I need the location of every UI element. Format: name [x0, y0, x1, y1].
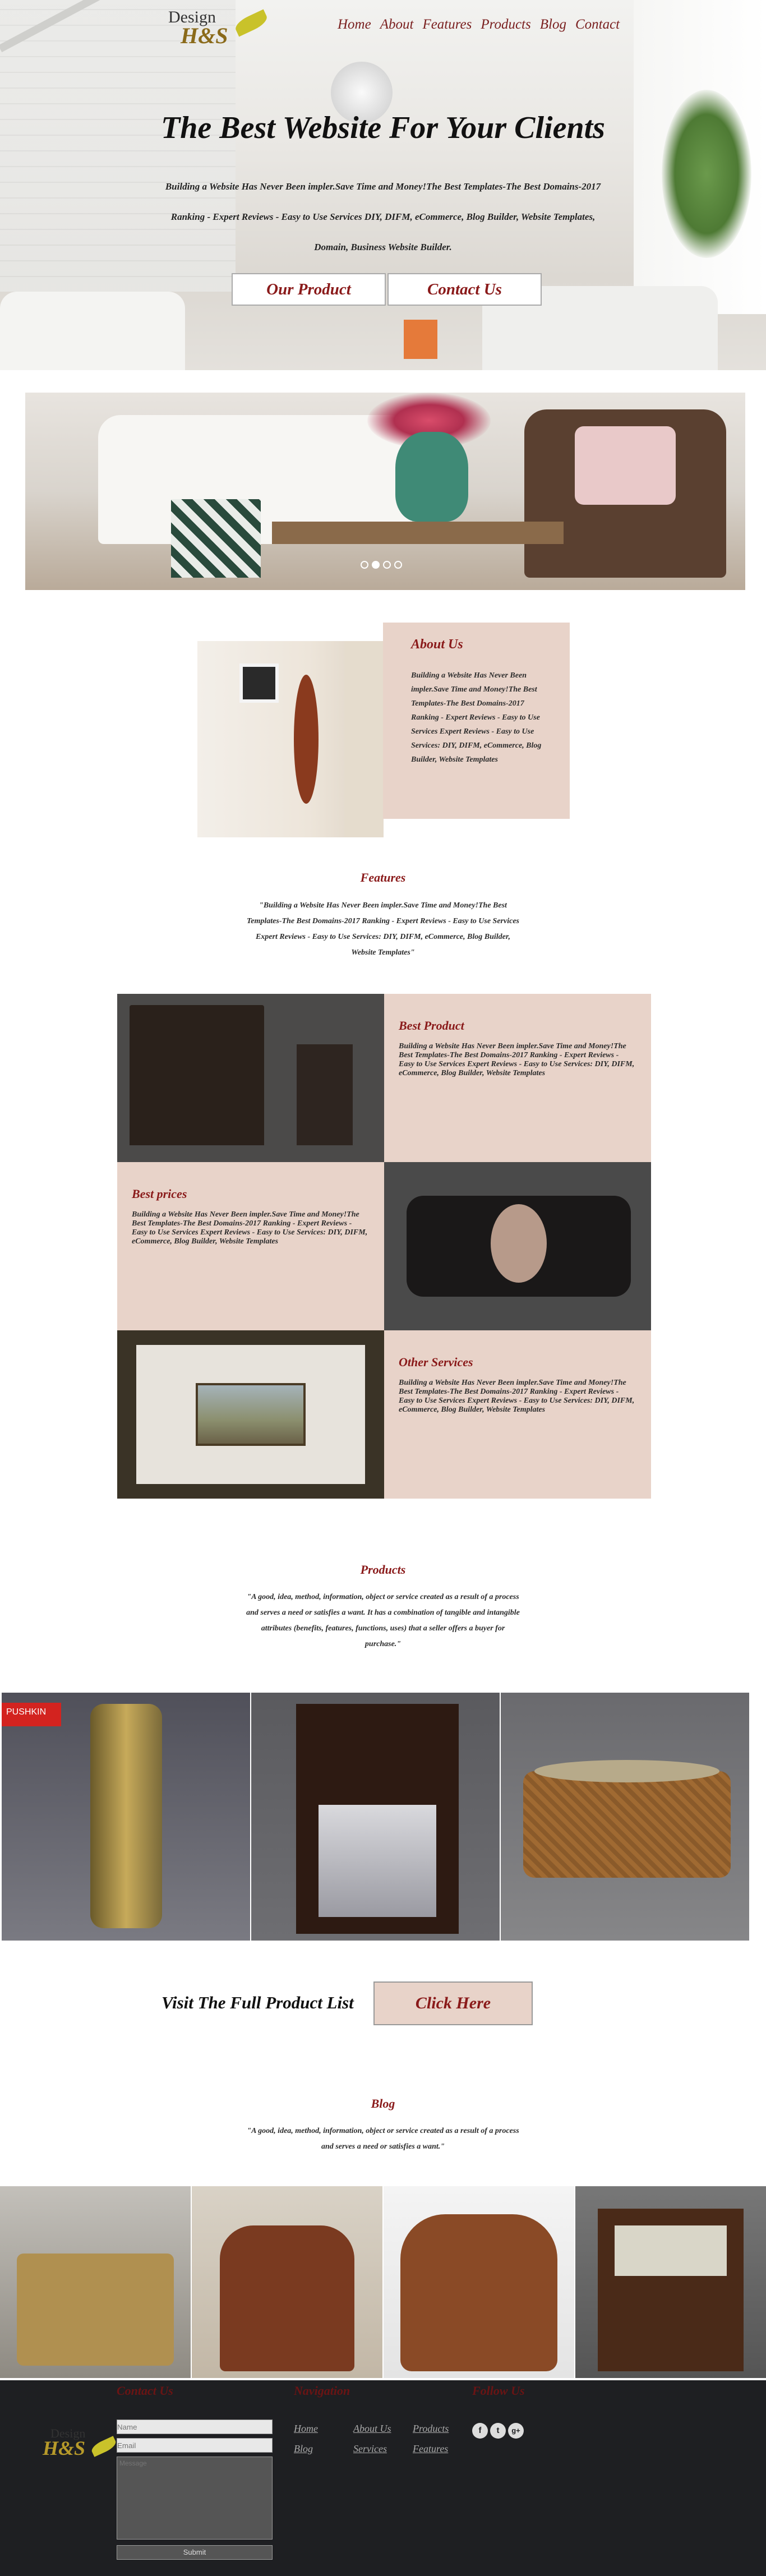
leaf-icon [89, 2436, 118, 2457]
click-here-label: Click Here [415, 1994, 491, 2012]
blog-quote: "A good, idea, method, information, obje… [247, 2127, 519, 2151]
blog-image-dollhouse[interactable] [0, 2186, 191, 2378]
hero-subtitle: Building a Website Has Never Been impler… [165, 181, 601, 252]
footer-link-about[interactable]: About Us [353, 2423, 391, 2435]
facebook-icon[interactable]: f [472, 2423, 488, 2439]
cameo-portrait [491, 1204, 547, 1283]
product-image-tantalus[interactable] [251, 1693, 500, 1941]
slider-coffee-table [272, 522, 564, 544]
slider-dot[interactable] [361, 561, 368, 569]
nav-about[interactable]: About [380, 17, 414, 33]
footer-link-products[interactable]: Products [413, 2423, 449, 2435]
about-image-wall [344, 641, 384, 837]
top-nav: Home About Features Products Blog Contac… [338, 17, 629, 33]
feature-best-prices-title: Best prices [132, 1187, 187, 1201]
product-image-jardiniere[interactable] [501, 1693, 749, 1941]
slider-dot[interactable] [383, 561, 391, 569]
product-badge: PUSHKIN [2, 1703, 61, 1726]
hero-background-shelf [404, 320, 437, 359]
about-title: About Us [411, 637, 463, 652]
slider-vase [395, 432, 468, 522]
footer-link-services[interactable]: Services [353, 2443, 387, 2455]
footer-link-home[interactable]: Home [294, 2423, 318, 2435]
products-quote: "A good, idea, method, information, obje… [246, 1593, 520, 1648]
brand-logo-line2: H&S [181, 23, 228, 48]
feature-best-product: Best Product Building a Website Has Neve… [384, 994, 651, 1162]
twitter-icon[interactable]: t [490, 2423, 506, 2439]
footer-submit-button[interactable]: Submit [117, 2545, 273, 2560]
antique-desk [130, 1005, 264, 1145]
feature-image-desk [117, 994, 384, 1162]
footer-contact-title: Contact Us [117, 2384, 173, 2398]
features-title: Features [360, 870, 406, 884]
full-product-list-label: Visit The Full Product List [161, 1993, 354, 2012]
jardiniere [523, 1771, 731, 1878]
nav-home[interactable]: Home [338, 17, 371, 33]
about-image-lamp [294, 675, 319, 804]
hero-section: Design H&S Home About Features Products … [0, 0, 766, 370]
slider-plaid-throw [171, 499, 261, 578]
tufted-armchair [400, 2214, 557, 2371]
jardiniere-rim [534, 1760, 719, 1782]
feature-best-product-text: Building a Website Has Never Been impler… [399, 1042, 635, 1077]
blog-image-armchair-2[interactable] [384, 2186, 574, 2378]
leaf-icon [233, 9, 270, 37]
feature-best-prices: Best prices Building a Website Has Never… [117, 1162, 384, 1330]
washstand-tiles [615, 2225, 727, 2276]
our-product-button[interactable]: Our Product [232, 273, 386, 306]
features-quote: "Building a Website Has Never Been imple… [247, 901, 519, 957]
feature-image-painting [117, 1330, 384, 1499]
nav-contact[interactable]: Contact [575, 17, 620, 33]
feature-image-cameo [384, 1162, 651, 1330]
footer-name-input[interactable] [117, 2420, 273, 2434]
about-panel: About Us Building a Website Has Never Be… [383, 623, 570, 819]
slider-dot[interactable] [394, 561, 402, 569]
click-here-button[interactable]: Click Here [373, 1981, 533, 2025]
footer-link-features[interactable]: Features [413, 2443, 448, 2455]
feature-other-services-text: Building a Website Has Never Been impler… [399, 1379, 635, 1414]
feature-best-prices-text: Building a Website Has Never Been impler… [132, 1210, 368, 1246]
antique-chair [297, 1044, 353, 1145]
page: Design H&S Home About Features Products … [0, 0, 766, 2576]
about-text: Building a Website Has Never Been impler… [411, 671, 542, 764]
footer-nav-title: Navigation [294, 2384, 350, 2398]
feature-other-services-title: Other Services [399, 1355, 473, 1369]
nav-products[interactable]: Products [481, 17, 530, 33]
doll-furniture [17, 2254, 174, 2366]
about-image-frame [239, 663, 279, 703]
footer-message-input[interactable] [117, 2457, 273, 2540]
contact-us-button[interactable]: Contact Us [387, 273, 542, 306]
enamel-vase [90, 1704, 162, 1928]
about-image [197, 641, 384, 837]
social-icons: f t g+ [472, 2423, 524, 2439]
feature-other-services: Other Services Building a Website Has Ne… [384, 1330, 651, 1499]
footer-email-input[interactable] [117, 2438, 273, 2453]
painting-landscape [196, 1383, 306, 1446]
nav-features[interactable]: Features [422, 17, 472, 33]
image-slider[interactable] [25, 393, 745, 590]
nav-blog[interactable]: Blog [540, 17, 566, 33]
products-title: Products [360, 1563, 406, 1577]
footer-link-blog[interactable]: Blog [294, 2443, 313, 2455]
slider-dot-active[interactable] [372, 561, 380, 569]
brand-logo[interactable]: Design H&S [168, 8, 275, 48]
hero-title: The Best Website For Your Clients [161, 110, 605, 145]
blog-image-armchair-1[interactable] [192, 2186, 382, 2378]
feature-best-product-title: Best Product [399, 1019, 464, 1033]
blog-title: Blog [371, 2096, 395, 2110]
slider-floral-cushion [575, 426, 676, 505]
google-plus-icon[interactable]: g+ [508, 2423, 524, 2439]
footer-logo[interactable]: Design H&S [43, 2425, 127, 2476]
blog-image-washstand[interactable] [575, 2186, 766, 2378]
footer-follow-title: Follow Us [472, 2384, 525, 2398]
product-image-vase[interactable]: PUSHKIN [2, 1693, 250, 1941]
leather-armchair [220, 2225, 354, 2371]
footer-logo-line2: H&S [43, 2437, 86, 2459]
slider-dots [361, 561, 402, 569]
hero-background-sofa-left [0, 292, 185, 370]
footer: Design H&S Contact Us Submit Navigation … [0, 2380, 766, 2576]
tantalus-glasses [319, 1805, 436, 1917]
